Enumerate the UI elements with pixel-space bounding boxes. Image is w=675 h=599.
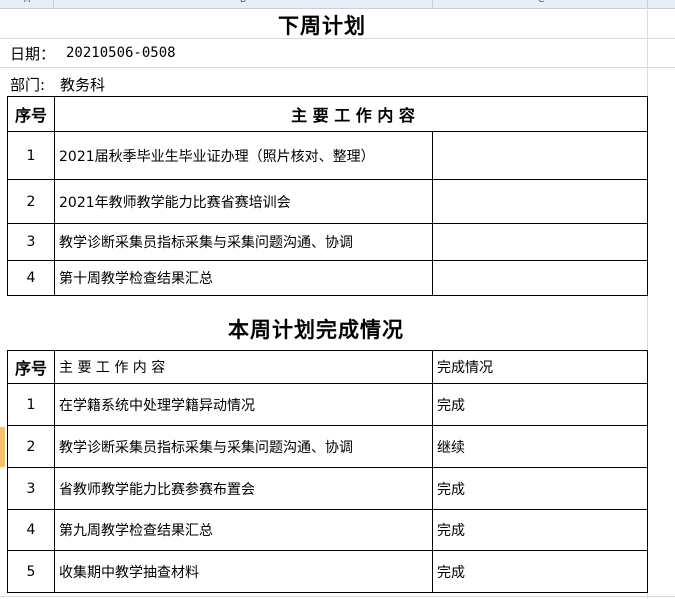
table-row: 3 教学诊断采集员指标采集与采集问题沟通、协调: [7, 223, 649, 261]
content-header-cell[interactable]: 主 要 工 作 内 容: [53, 96, 649, 132]
table-header-row: 序号 主 要 工 作 内 容: [7, 96, 649, 132]
extra-cell[interactable]: [431, 260, 649, 296]
seq-cell[interactable]: 3: [7, 223, 55, 261]
status-cell[interactable]: 完成: [432, 509, 648, 551]
seq-cell[interactable]: 3: [7, 467, 55, 510]
seq-header-cell[interactable]: 序号: [7, 96, 55, 132]
table-row: 1 在学籍系统中处理学籍异动情况 完成: [7, 383, 648, 426]
seq-cell[interactable]: 2: [7, 179, 55, 224]
extra-cell[interactable]: [431, 179, 649, 224]
table-row: 4 第九周教学检查结果汇总 完成: [7, 509, 648, 551]
next-week-title: 下周计划: [278, 14, 366, 38]
department-value[interactable]: 教务科: [60, 74, 105, 95]
extra-cell[interactable]: [431, 223, 649, 261]
seq-cell[interactable]: 1: [7, 131, 55, 180]
column-header-bar: A B C: [0, 0, 675, 9]
status-header-cell[interactable]: 完成情况: [432, 350, 648, 384]
department-label: 部门:: [10, 76, 46, 94]
content-cell[interactable]: 省教师教学能力比赛参赛布置会: [54, 467, 433, 510]
row-selection-marker: [0, 427, 5, 467]
status-cell[interactable]: 完成: [432, 467, 648, 510]
column-header-a[interactable]: A: [24, 0, 30, 5]
seq-cell[interactable]: 2: [7, 425, 55, 468]
content-cell[interactable]: 教学诊断采集员指标采集与采集问题沟通、协调: [54, 223, 433, 261]
table-row: 5 收集期中教学抽查材料 完成: [7, 550, 648, 593]
seq-cell[interactable]: 4: [7, 260, 55, 296]
gridline: [0, 596, 675, 597]
status-cell[interactable]: 完成: [432, 383, 648, 426]
table-row: 2 2021年教师教学能力比赛省赛培训会: [7, 179, 649, 224]
status-cell[interactable]: 完成: [432, 550, 648, 593]
this-week-title: 本周计划完成情况: [228, 318, 404, 342]
content-cell[interactable]: 在学籍系统中处理学籍异动情况: [54, 383, 433, 426]
table-row: 1 2021届秋季毕业生毕业证办理（照片核对、整理）: [7, 131, 649, 180]
date-value[interactable]: 20210506-0508: [66, 45, 176, 61]
next-week-table: 序号 主 要 工 作 内 容 1 2021届秋季毕业生毕业证办理（照片核对、整理…: [7, 96, 649, 296]
content-cell[interactable]: 教学诊断采集员指标采集与采集问题沟通、协调: [54, 425, 433, 468]
column-header-b[interactable]: B: [240, 0, 246, 5]
table-header-row: 序号 主 要 工 作 内 容 完成情况: [7, 350, 648, 384]
seq-cell[interactable]: 1: [7, 383, 55, 426]
table-row: 3 省教师教学能力比赛参赛布置会 完成: [7, 467, 648, 510]
column-header-c[interactable]: C: [538, 0, 544, 5]
content-cell[interactable]: 收集期中教学抽查材料: [54, 550, 433, 593]
extra-cell[interactable]: [431, 131, 649, 180]
content-cell[interactable]: 2021年教师教学能力比赛省赛培训会: [54, 179, 433, 224]
table-row: 2 教学诊断采集员指标采集与采集问题沟通、协调 继续: [7, 425, 648, 468]
table-row: 4 第十周教学检查结果汇总: [7, 260, 649, 296]
gridline: [0, 67, 675, 68]
this-week-table: 序号 主 要 工 作 内 容 完成情况 1 在学籍系统中处理学籍异动情况 完成 …: [7, 350, 648, 593]
content-header-cell[interactable]: 主 要 工 作 内 容: [54, 350, 433, 384]
seq-cell[interactable]: 4: [7, 509, 55, 551]
column-divider[interactable]: [53, 0, 54, 8]
seq-cell[interactable]: 5: [7, 550, 55, 593]
column-divider[interactable]: [432, 0, 433, 8]
date-label: 日期：: [10, 45, 56, 63]
seq-header-cell[interactable]: 序号: [7, 350, 55, 384]
column-divider[interactable]: [647, 0, 648, 8]
content-cell[interactable]: 第十周教学检查结果汇总: [54, 260, 433, 296]
content-cell[interactable]: 2021届秋季毕业生毕业证办理（照片核对、整理）: [54, 131, 433, 180]
content-cell[interactable]: 第九周教学检查结果汇总: [54, 509, 433, 551]
status-cell[interactable]: 继续: [432, 425, 648, 468]
